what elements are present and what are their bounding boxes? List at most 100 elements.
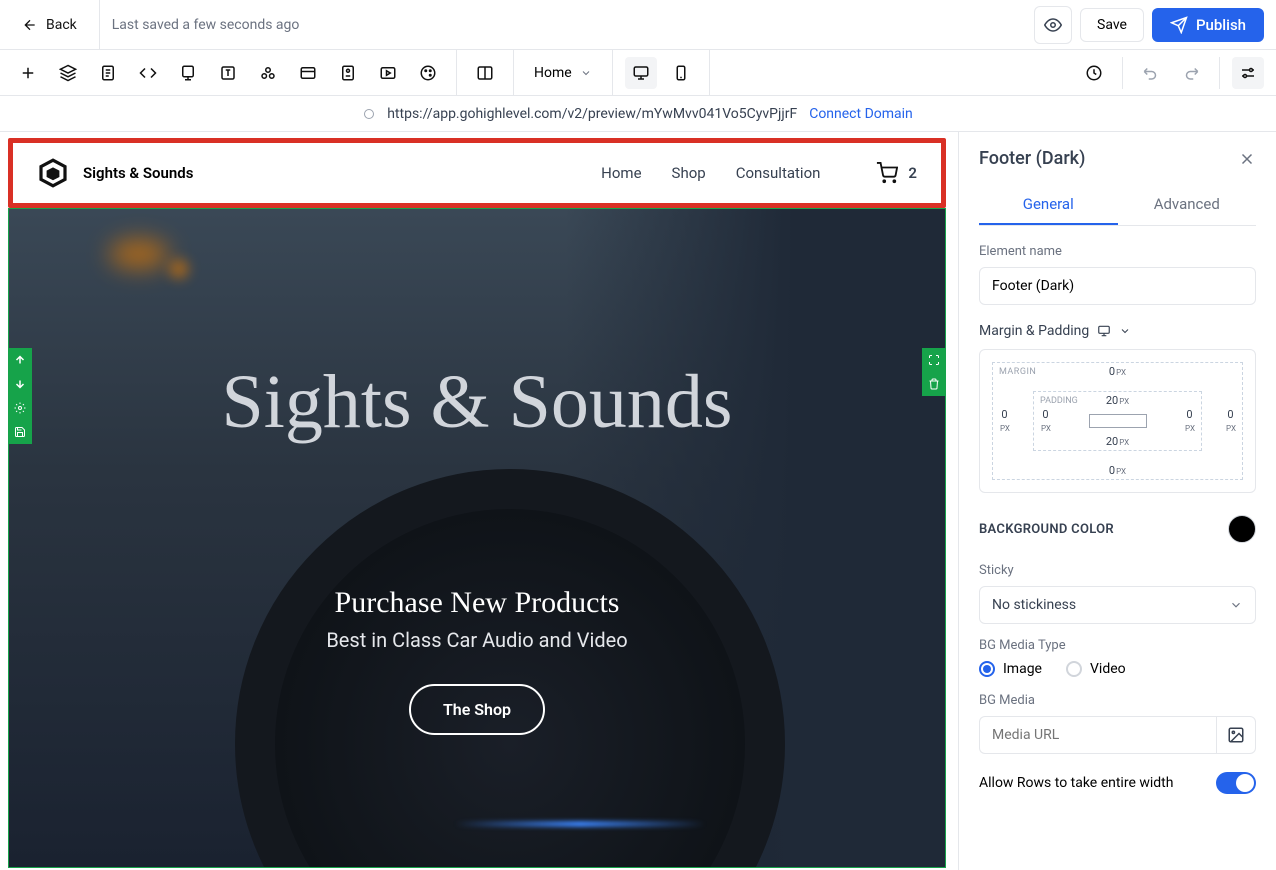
close-icon — [1238, 150, 1256, 168]
page-select-label: Home — [534, 65, 572, 81]
monitor-icon — [1097, 324, 1111, 338]
page-selector[interactable]: Home — [522, 59, 604, 87]
droplet-icon — [259, 64, 277, 82]
sticky-select[interactable]: No stickiness — [979, 586, 1256, 624]
pages-button[interactable] — [92, 57, 124, 89]
hero-bg-decoration — [169, 259, 189, 279]
panel-close-button[interactable] — [1238, 150, 1256, 168]
popup-icon — [179, 64, 197, 82]
section-save-button[interactable] — [8, 420, 32, 444]
margin-padding-label: Margin & Padding — [979, 323, 1089, 339]
redo-button[interactable] — [1175, 57, 1207, 89]
divider — [99, 0, 100, 50]
file-icon — [99, 64, 117, 82]
padding-bottom-value[interactable]: 20PX — [1106, 435, 1129, 448]
arrow-down-icon — [14, 378, 26, 390]
form-button[interactable] — [332, 57, 364, 89]
tab-general[interactable]: General — [979, 185, 1118, 225]
settings-toggle-button[interactable] — [1232, 57, 1264, 89]
delete-button[interactable] — [922, 372, 946, 396]
arrow-left-icon — [22, 17, 38, 33]
margin-top-value[interactable]: 0PX — [1109, 365, 1126, 378]
section-controls-left — [8, 348, 32, 444]
chevron-down-icon — [580, 67, 592, 79]
send-icon — [1170, 16, 1188, 34]
brand-name: Sights & Sounds — [83, 164, 193, 182]
section-settings-button[interactable] — [8, 396, 32, 420]
history-button[interactable] — [1078, 57, 1110, 89]
hero-tagline[interactable]: Best in Class Car Audio and Video — [326, 628, 627, 652]
bg-media-type-video[interactable]: Video — [1066, 661, 1126, 677]
padding-left-value[interactable]: 0PX — [1040, 408, 1051, 434]
clock-icon — [1085, 64, 1103, 82]
theme-button[interactable] — [412, 57, 444, 89]
bg-media-input[interactable] — [979, 716, 1216, 754]
nav-consultation[interactable]: Consultation — [736, 164, 821, 182]
connect-domain-link[interactable]: Connect Domain — [809, 106, 913, 122]
back-button[interactable]: Back — [12, 11, 87, 39]
layers-button[interactable] — [52, 57, 84, 89]
columns-button[interactable] — [469, 57, 501, 89]
element-name-input[interactable] — [979, 267, 1256, 305]
site-nav-section[interactable]: Sights & Sounds Home Shop Consultation 2 — [8, 138, 946, 208]
cart-button[interactable]: 2 — [876, 162, 917, 184]
radio-label: Video — [1090, 661, 1126, 677]
add-element-button[interactable] — [12, 57, 44, 89]
sticky-value: No stickiness — [992, 597, 1076, 613]
radio-icon — [979, 661, 995, 677]
cart-icon — [876, 162, 898, 184]
desktop-view-button[interactable] — [625, 57, 657, 89]
popup-button[interactable] — [172, 57, 204, 89]
tab-advanced[interactable]: Advanced — [1118, 185, 1257, 225]
eye-icon — [1044, 16, 1062, 34]
layout-icon — [299, 64, 317, 82]
margin-left-value[interactable]: 0PX — [999, 408, 1010, 434]
hero-subtitle[interactable]: Purchase New Products — [335, 586, 620, 620]
padding-top-value[interactable]: 20PX — [1106, 394, 1129, 407]
save-icon — [14, 426, 26, 438]
chevron-down-icon[interactable] — [1119, 325, 1131, 337]
bg-media-picker-button[interactable] — [1216, 716, 1256, 754]
save-button[interactable]: Save — [1080, 8, 1144, 42]
hero-cta-button[interactable]: The Shop — [409, 684, 545, 735]
box-model-editor[interactable]: MARGIN 0PX 0PX 0PX 0PX PADDING 20PX 20PX… — [979, 349, 1256, 493]
video-button[interactable] — [372, 57, 404, 89]
arrow-up-icon — [14, 354, 26, 366]
bg-color-label: BACKGROUND COLOR — [979, 522, 1114, 537]
smartphone-icon — [672, 64, 690, 82]
sections-button[interactable] — [292, 57, 324, 89]
nav-shop[interactable]: Shop — [672, 164, 706, 182]
margin-label: MARGIN — [999, 367, 1036, 377]
plus-icon — [19, 64, 37, 82]
image-icon — [1227, 726, 1245, 744]
move-up-button[interactable] — [8, 348, 32, 372]
nav-home[interactable]: Home — [601, 164, 641, 182]
hero-section[interactable]: Sights & Sounds Purchase New Products Be… — [8, 208, 946, 868]
bg-media-type-image[interactable]: Image — [979, 661, 1042, 677]
gear-icon — [14, 402, 26, 414]
preview-button[interactable] — [1034, 6, 1072, 44]
bg-color-swatch[interactable] — [1228, 515, 1256, 543]
redo-icon — [1182, 64, 1200, 82]
margin-bottom-value[interactable]: 0PX — [1109, 464, 1126, 477]
publish-button[interactable]: Publish — [1152, 8, 1264, 42]
move-down-button[interactable] — [8, 372, 32, 396]
undo-button[interactable] — [1135, 57, 1167, 89]
panel-title: Footer (Dark) — [979, 148, 1085, 169]
chevron-down-icon — [1229, 598, 1243, 612]
box-content — [1089, 414, 1147, 428]
columns-icon — [476, 64, 494, 82]
code-button[interactable] — [132, 57, 164, 89]
canvas[interactable]: Sights & Sounds Home Shop Consultation 2 — [0, 132, 958, 870]
margin-right-value[interactable]: 0PX — [1225, 408, 1236, 434]
hero-title[interactable]: Sights & Sounds — [221, 359, 732, 446]
full-width-toggle[interactable] — [1216, 772, 1256, 794]
properties-panel: Footer (Dark) General Advanced Element n… — [958, 132, 1276, 870]
mobile-view-button[interactable] — [665, 57, 697, 89]
typography-button[interactable] — [212, 57, 244, 89]
palette-icon — [419, 64, 437, 82]
padding-right-value[interactable]: 0PX — [1184, 408, 1195, 434]
expand-button[interactable] — [922, 348, 946, 372]
bg-media-label: BG Media — [979, 693, 1256, 708]
colors-button[interactable] — [252, 57, 284, 89]
